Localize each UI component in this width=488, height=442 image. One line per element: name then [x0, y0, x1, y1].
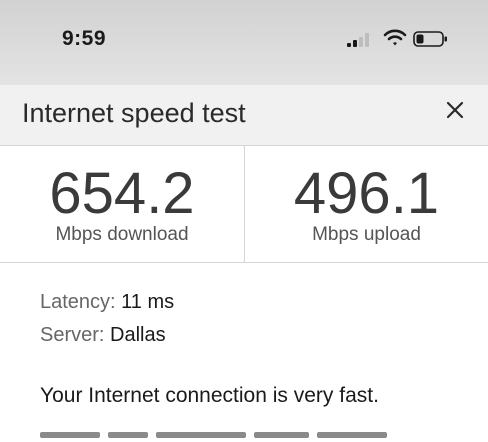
upload-result: 496.1 Mbps upload [245, 146, 488, 262]
close-icon [446, 101, 464, 119]
download-label: Mbps download [55, 224, 189, 245]
close-button[interactable] [442, 97, 468, 123]
phone-screen: 9:59 Internet speed test 654.2 Mbps down… [0, 0, 488, 442]
upload-value: 496.1 [293, 161, 440, 226]
status-bar: 9:59 [0, 0, 488, 84]
status-time: 9:59 [62, 27, 107, 50]
speed-results: 654.2 Mbps download 496.1 Mbps upload [0, 146, 488, 263]
server-row: Server: Dallas [40, 323, 174, 356]
dialog-header: Internet speed test [0, 85, 488, 146]
server-value: Dallas [110, 324, 166, 346]
latency-label: Latency: [40, 291, 116, 313]
download-result: 654.2 Mbps download [0, 146, 245, 262]
download-value: 654.2 [49, 161, 195, 226]
test-details: Latency: 11 ms Server: Dallas [40, 290, 174, 356]
speed-test-card: Internet speed test 654.2 Mbps download … [0, 85, 488, 442]
truncated-text-line [40, 432, 420, 438]
server-label: Server: [40, 324, 105, 346]
cellular-signal-icon [347, 33, 371, 52]
latency-value: 11 ms [121, 291, 175, 313]
battery-icon [413, 31, 449, 52]
dialog-title: Internet speed test [22, 98, 246, 128]
latency-row: Latency: 11 ms [40, 290, 174, 323]
upload-label: Mbps upload [312, 224, 421, 245]
wifi-icon [383, 28, 407, 53]
speed-summary: Your Internet connection is very fast. [40, 384, 379, 407]
